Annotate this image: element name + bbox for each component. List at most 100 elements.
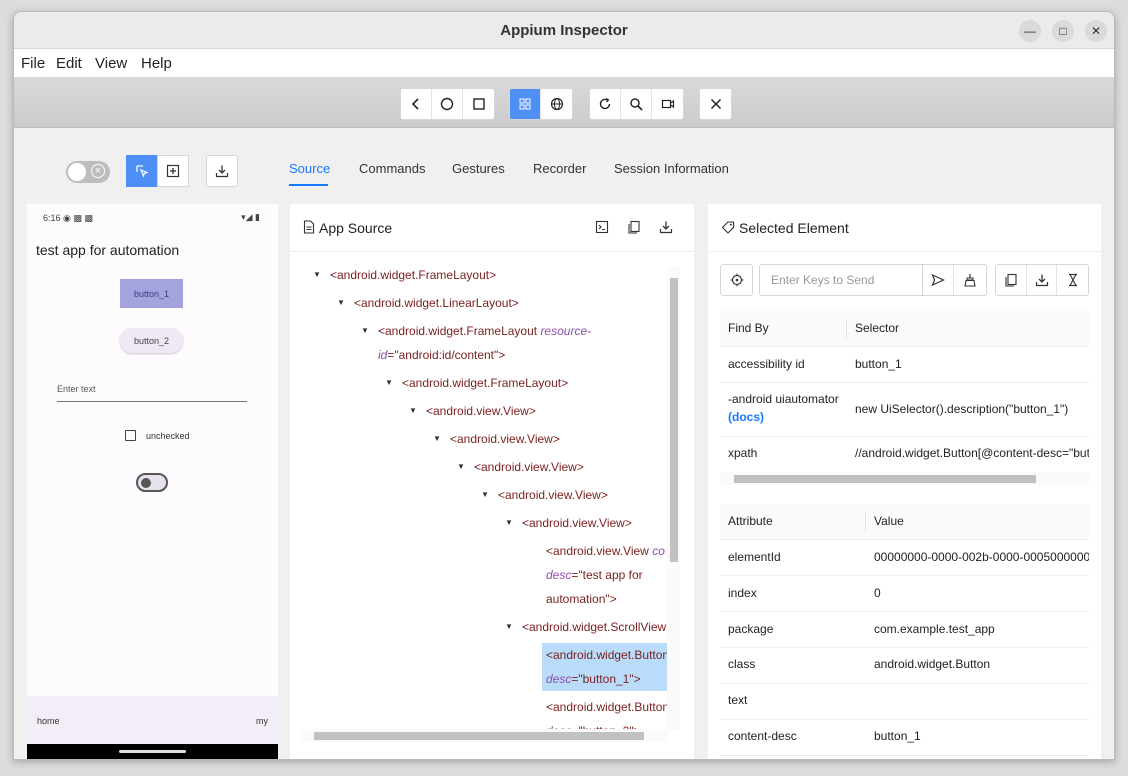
table-row[interactable]: class android.widget.Button: [720, 648, 1089, 684]
selectors-horizontal-scrollbar[interactable]: [720, 472, 1089, 485]
tree-node[interactable]: ▼ <android.view.View>: [433, 432, 560, 446]
copy-attributes-button[interactable]: [996, 265, 1027, 295]
chevron-left-icon: [411, 98, 419, 110]
tree-node[interactable]: ▼ <android.view.View>: [457, 460, 584, 474]
context-button-group: [509, 88, 573, 120]
tree-node[interactable]: ▼ <android.widget.FrameLayout>: [385, 376, 568, 390]
status-bar-icons: ▾◢ ▮: [241, 212, 260, 222]
scrollbar-thumb[interactable]: [314, 732, 644, 740]
title-bar: Appium Inspector — □ ✕: [14, 12, 1114, 49]
tab-commands[interactable]: Commands: [359, 161, 425, 176]
docs-link[interactable]: (docs): [728, 410, 764, 424]
menu-edit[interactable]: Edit: [56, 55, 82, 72]
send-keys-button[interactable]: [923, 265, 954, 295]
maximize-icon: □: [1059, 24, 1067, 38]
back-button[interactable]: [401, 89, 432, 119]
tree-node[interactable]: ▼ <android.widget.FrameLayout resource-: [361, 324, 591, 338]
device-button-1[interactable]: button_1: [120, 279, 183, 308]
tree-node[interactable]: ▼ <android.widget.ScrollView>: [505, 620, 668, 634]
web-context-button[interactable]: [541, 89, 572, 119]
terminal-icon[interactable]: [595, 220, 609, 234]
download-screenshot-button[interactable]: [206, 155, 238, 187]
clear-button[interactable]: [954, 265, 985, 295]
app-switch-button[interactable]: [463, 89, 494, 119]
nav-home[interactable]: home: [37, 716, 60, 726]
tree-node[interactable]: ▼ <android.widget.FrameLayout>: [313, 268, 496, 282]
close-window-button[interactable]: ✕: [1085, 20, 1107, 42]
scrollbar-thumb[interactable]: [734, 475, 1036, 483]
menu-file[interactable]: File: [21, 55, 45, 72]
device-button-2[interactable]: button_2: [120, 328, 183, 353]
gesture-bar: [27, 744, 278, 759]
quit-session-button[interactable]: [700, 89, 731, 119]
table-row[interactable]: package com.example.test_app: [720, 612, 1089, 648]
select-cursor-icon: [136, 165, 149, 178]
select-elements-button[interactable]: [126, 155, 158, 187]
tree-node-continuation: automation">: [546, 592, 617, 606]
attribute-name-cell: elementId: [728, 550, 781, 564]
table-row[interactable]: content-desc button_1: [720, 720, 1089, 756]
caret-down-icon: ▼: [337, 298, 345, 307]
timing-button[interactable]: [1057, 265, 1088, 295]
selectors-table: Find By Selector accessibility id button…: [720, 311, 1089, 472]
selected-element-panel: Selected Element Enter Keys to Send Find…: [708, 204, 1101, 759]
attribute-name-cell: class: [728, 657, 756, 671]
app-source-header: App Source: [290, 204, 694, 252]
tab-gestures[interactable]: Gestures: [452, 161, 505, 176]
scrollbar-thumb[interactable]: [670, 278, 678, 562]
table-row[interactable]: index 0: [720, 576, 1089, 612]
tab-session-information[interactable]: Session Information: [614, 161, 729, 176]
table-row[interactable]: elementId 00000000-0000-002b-0000-000500…: [720, 540, 1089, 576]
device-screenshot[interactable]: 6:16 ◉ ▩ ▩ ▾◢ ▮ test app for automation …: [27, 204, 278, 759]
selected-element-title: Selected Element: [739, 220, 849, 236]
caret-down-icon: ▼: [409, 406, 417, 415]
refresh-button[interactable]: [590, 89, 621, 119]
tab-source[interactable]: Source: [289, 161, 330, 176]
download-icon[interactable]: [659, 220, 673, 234]
tab-recorder[interactable]: Recorder: [533, 161, 586, 176]
table-row[interactable]: xpath //android.widget.Button[@content-d…: [720, 437, 1089, 472]
maximize-button[interactable]: □: [1052, 20, 1074, 42]
text-field-underline: [57, 401, 247, 402]
nav-button-group: [400, 88, 495, 120]
tree-node[interactable]: <android.widget.Button: [546, 700, 668, 714]
tree-node[interactable]: ▼ <android.view.View>: [481, 488, 608, 502]
tap-element-button[interactable]: [721, 265, 752, 295]
tree-node[interactable]: <android.view.View co: [546, 544, 665, 558]
source-horizontal-scrollbar[interactable]: [300, 729, 668, 742]
switch-knob: [141, 478, 151, 488]
search-button[interactable]: [621, 89, 652, 119]
tree-node[interactable]: ▼ <android.widget.LinearLayout>: [337, 296, 519, 310]
app-window: Appium Inspector — □ ✕ File Edit View He…: [13, 11, 1115, 760]
tree-node-continuation: id="android:id/content">: [378, 348, 506, 362]
copy-icon[interactable]: [627, 220, 641, 234]
attributes-table-header: Attribute Value: [720, 504, 1089, 540]
close-icon: ✕: [1090, 24, 1102, 38]
nav-my[interactable]: my: [256, 716, 268, 726]
crosshair-icon: [730, 273, 743, 287]
tap-mode-toggle[interactable]: ×: [66, 161, 110, 183]
menu-view[interactable]: View: [95, 55, 127, 72]
table-row[interactable]: text: [720, 684, 1089, 720]
device-text-field[interactable]: Enter text: [57, 384, 96, 394]
download-element-screenshot-button[interactable]: [1027, 265, 1058, 295]
table-row[interactable]: accessibility id button_1: [720, 347, 1089, 383]
source-vertical-scrollbar[interactable]: [667, 266, 680, 730]
caret-down-icon: ▼: [505, 518, 513, 527]
record-button[interactable]: [652, 89, 683, 119]
toggle-knob: [68, 163, 86, 181]
table-row[interactable]: -android uiautomator (docs) new UiSelect…: [720, 383, 1089, 437]
send-keys-group: [922, 264, 987, 296]
home-button[interactable]: [432, 89, 463, 119]
device-checkbox[interactable]: [125, 430, 136, 441]
minimize-button[interactable]: —: [1019, 20, 1041, 42]
device-bottom-nav: home my: [27, 696, 278, 744]
tap-coordinates-button[interactable]: [157, 155, 189, 187]
tree-node-selected[interactable]: <android.widget.Button desc="button_1">: [542, 643, 668, 691]
device-switch[interactable]: [136, 473, 168, 492]
menu-help[interactable]: Help: [141, 55, 172, 72]
tree-node[interactable]: ▼ <android.view.View>: [505, 516, 632, 530]
native-context-button[interactable]: [510, 89, 541, 119]
tree-node[interactable]: ▼ <android.view.View>: [409, 404, 536, 418]
minimize-icon: —: [1024, 24, 1036, 38]
